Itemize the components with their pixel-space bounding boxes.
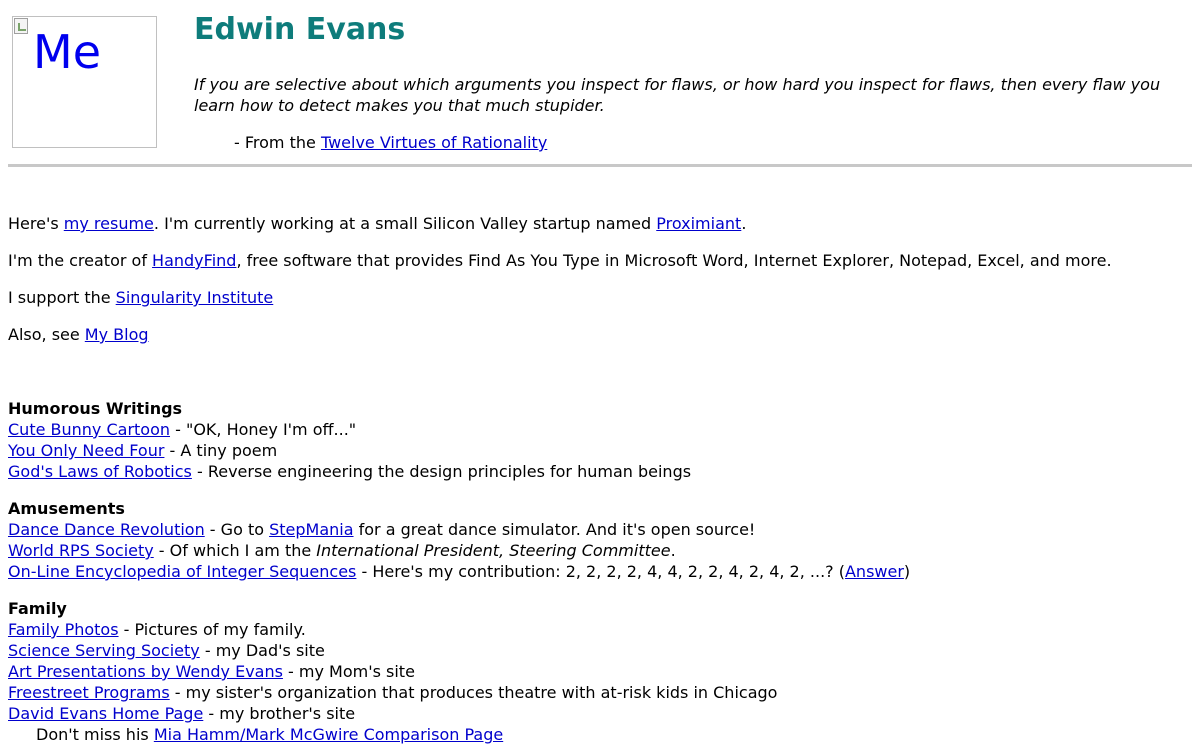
resume-paragraph: Here's my resume. I'm currently working … xyxy=(8,213,746,234)
list-item: Cute Bunny Cartoon - "OK, Honey I'm off.… xyxy=(8,419,691,440)
art-presentations-link[interactable]: Art Presentations by Wendy Evans xyxy=(8,662,283,681)
list-item: World RPS Society - Of which I am the In… xyxy=(8,540,910,561)
rps-title: International President, Steering Commit… xyxy=(316,541,671,560)
laws-of-robotics-link[interactable]: God's Laws of Robotics xyxy=(8,462,192,481)
resume-link[interactable]: my resume xyxy=(64,214,154,233)
also-see-text: Also, see xyxy=(8,325,85,344)
freestreet-link[interactable]: Freestreet Programs xyxy=(8,683,170,702)
header-divider xyxy=(8,164,1192,167)
blog-link[interactable]: My Blog xyxy=(85,325,149,344)
list-item: Freestreet Programs - my sister's organi… xyxy=(8,682,777,703)
answer-link[interactable]: Answer xyxy=(845,562,904,581)
list-item: God's Laws of Robotics - Reverse enginee… xyxy=(8,461,691,482)
oeis-link[interactable]: On-Line Encyclopedia of Integer Sequence… xyxy=(8,562,356,581)
profile-photo: Me xyxy=(12,16,157,148)
section-heading: Humorous Writings xyxy=(8,399,183,418)
stepmania-link[interactable]: StepMania xyxy=(269,520,353,539)
item-desc: - Reverse engineering the design princip… xyxy=(191,462,692,481)
attribution-prefix: - From the xyxy=(234,133,321,152)
list-item: Don't miss his Mia Hamm/Mark McGwire Com… xyxy=(8,724,777,745)
david-evans-link[interactable]: David Evans Home Page xyxy=(8,704,203,723)
mia-hamm-comparison-link[interactable]: Mia Hamm/Mark McGwire Comparison Page xyxy=(154,725,503,744)
family-section: Family Family Photos - Pictures of my fa… xyxy=(8,598,777,745)
singularity-paragraph: I support the Singularity Institute xyxy=(8,287,273,308)
humorous-section: Humorous Writings Cute Bunny Cartoon - "… xyxy=(8,398,691,482)
support-text: I support the xyxy=(8,288,116,307)
item-desc: - my sister's organization that produces… xyxy=(169,683,778,702)
quote-attribution: - From the Twelve Virtues of Rationality xyxy=(234,132,547,153)
bunny-cartoon-link[interactable]: Cute Bunny Cartoon xyxy=(8,420,170,439)
list-item: Science Serving Society - my Dad's site xyxy=(8,640,777,661)
handyfind-link[interactable]: HandyFind xyxy=(152,251,236,270)
section-heading: Family xyxy=(8,599,67,618)
item-desc: - my brother's site xyxy=(203,704,356,723)
handyfind-desc: , free software that provides Find As Yo… xyxy=(236,251,1112,270)
handyfind-paragraph: I'm the creator of HandyFind, free softw… xyxy=(8,250,1112,271)
period-text: . xyxy=(741,214,747,233)
proximiant-link[interactable]: Proximiant xyxy=(656,214,741,233)
list-item: Art Presentations by Wendy Evans - my Mo… xyxy=(8,661,777,682)
resume-text: Here's xyxy=(8,214,64,233)
item-desc: Don't miss his xyxy=(36,725,154,744)
section-heading: Amusements xyxy=(8,499,125,518)
item-desc: - Pictures of my family. xyxy=(118,620,306,639)
only-need-four-link[interactable]: You Only Need Four xyxy=(8,441,164,460)
item-desc: . xyxy=(670,541,676,560)
item-desc: - Here's my contribution: 2, 2, 2, 2, 4,… xyxy=(356,562,845,581)
science-serving-society-link[interactable]: Science Serving Society xyxy=(8,641,200,660)
item-desc: - my Mom's site xyxy=(282,662,415,681)
header-quote: If you are selective about which argumen… xyxy=(194,75,1161,115)
twelve-virtues-link[interactable]: Twelve Virtues of Rationality xyxy=(321,133,547,152)
item-desc: - A tiny poem xyxy=(164,441,278,460)
family-photos-link[interactable]: Family Photos xyxy=(8,620,119,639)
list-item: You Only Need Four - A tiny poem xyxy=(8,440,691,461)
rps-society-link[interactable]: World RPS Society xyxy=(8,541,154,560)
item-desc: - my Dad's site xyxy=(199,641,325,660)
item-desc: for a great dance simulator. And it's op… xyxy=(353,520,756,539)
amusements-section: Amusements Dance Dance Revolution - Go t… xyxy=(8,498,910,582)
item-desc: ) xyxy=(903,562,911,581)
blog-paragraph: Also, see My Blog xyxy=(8,324,149,345)
list-item: On-Line Encyclopedia of Integer Sequence… xyxy=(8,561,910,582)
ddr-link[interactable]: Dance Dance Revolution xyxy=(8,520,205,539)
item-desc: - "OK, Honey I'm off..." xyxy=(170,420,357,439)
creator-text: I'm the creator of xyxy=(8,251,153,270)
singularity-link[interactable]: Singularity Institute xyxy=(116,288,274,307)
item-desc: - Go to xyxy=(204,520,270,539)
photo-alt-text: Me xyxy=(33,25,101,79)
list-item: Dance Dance Revolution - Go to StepMania… xyxy=(8,519,910,540)
broken-image-icon xyxy=(14,18,28,34)
list-item: David Evans Home Page - my brother's sit… xyxy=(8,703,777,724)
page-title: Edwin Evans xyxy=(194,12,406,47)
list-item: Family Photos - Pictures of my family. xyxy=(8,619,777,640)
item-desc: - Of which I am the xyxy=(153,541,317,560)
startup-text: . I'm currently working at a small Silic… xyxy=(153,214,657,233)
